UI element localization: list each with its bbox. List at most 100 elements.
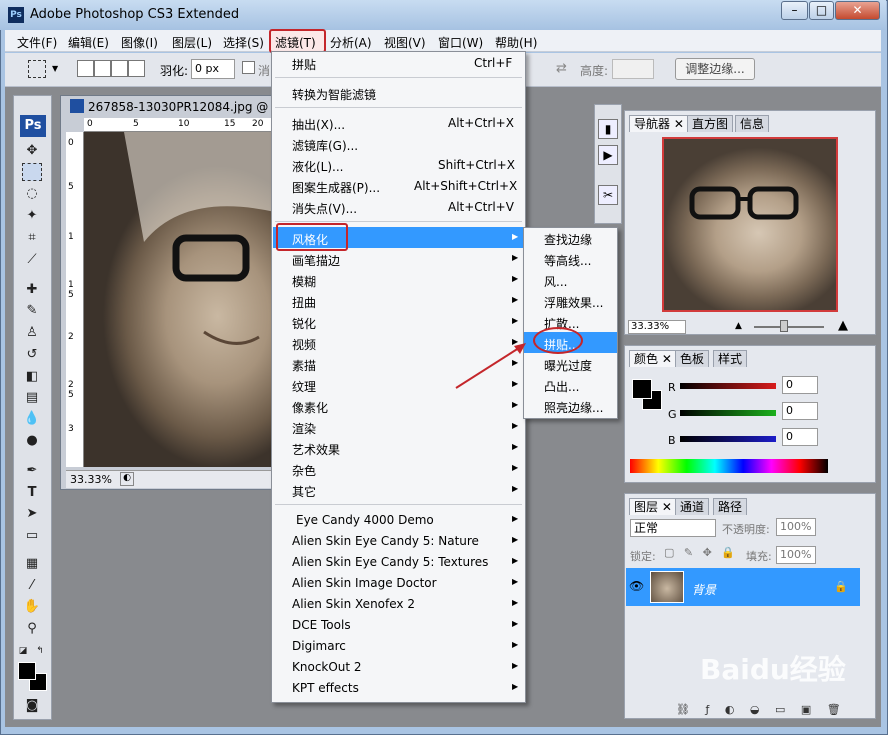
layer-actions-icons[interactable]: ⛓ ƒ ◐ ◒ ▭ ▣ 🗑 bbox=[676, 703, 847, 716]
zoom-in-icon[interactable]: ▲ bbox=[838, 318, 848, 333]
channel-g-slider[interactable] bbox=[680, 410, 776, 416]
actions-panel-icon[interactable]: ▶ bbox=[598, 145, 618, 165]
new-selection-button[interactable] bbox=[77, 60, 94, 77]
plugin-item[interactable]: Alien Skin Eye Candy 5: Textures bbox=[292, 555, 488, 569]
tab-styles[interactable]: 样式 bbox=[713, 350, 748, 367]
extract-item[interactable]: 抽出(X)... bbox=[292, 116, 345, 133]
tab-swatches[interactable]: 色板 bbox=[675, 350, 710, 367]
history-brush-icon[interactable]: ↺ bbox=[22, 346, 42, 364]
category-sharpen[interactable]: 锐化 bbox=[292, 315, 316, 332]
plugin-item[interactable]: KPT effects bbox=[292, 681, 359, 695]
menu-view[interactable]: 视图(V) bbox=[384, 34, 426, 51]
tab-channels[interactable]: 通道 bbox=[675, 498, 710, 515]
move-tool-icon[interactable]: ✥ bbox=[22, 142, 42, 160]
foreground-color-swatch[interactable] bbox=[18, 662, 36, 680]
plugin-item[interactable]: Alien Skin Eye Candy 5: Nature bbox=[292, 534, 479, 548]
tool-presets-icon[interactable]: ✂ bbox=[598, 185, 618, 205]
zoom-slider-track[interactable] bbox=[754, 326, 824, 328]
add-selection-button[interactable] bbox=[94, 60, 111, 77]
marquee-tool-icon[interactable] bbox=[22, 163, 42, 181]
menu-filter[interactable]: 滤镜(T) bbox=[275, 34, 316, 51]
gradient-tool-icon[interactable]: ▤ bbox=[22, 389, 42, 407]
category-other[interactable]: 其它 bbox=[292, 483, 316, 500]
vanishing-point-item[interactable]: 消失点(V)... bbox=[292, 200, 357, 217]
menu-file[interactable]: 文件(F) bbox=[17, 34, 57, 51]
glowing-edges-item[interactable]: 照亮边缘... bbox=[544, 399, 603, 416]
menu-layer[interactable]: 图层(L) bbox=[172, 34, 212, 51]
healing-brush-icon[interactable]: ✚ bbox=[22, 281, 42, 299]
category-render[interactable]: 渲染 bbox=[292, 420, 316, 437]
channel-b-value[interactable]: 0 bbox=[782, 428, 818, 446]
close-icon[interactable]: ✕ bbox=[674, 117, 684, 131]
tab-color[interactable]: 颜色 ✕ bbox=[629, 350, 677, 367]
menu-edit[interactable]: 编辑(E) bbox=[68, 34, 109, 51]
menu-image[interactable]: 图像(I) bbox=[121, 34, 158, 51]
color-fg-swatch[interactable] bbox=[632, 379, 652, 399]
category-brush-strokes[interactable]: 画笔描边 bbox=[292, 252, 340, 269]
default-colors-icon[interactable]: ◪ bbox=[17, 642, 29, 660]
quick-mask-icon[interactable]: ◙ bbox=[22, 697, 42, 715]
subtract-selection-button[interactable] bbox=[111, 60, 128, 77]
feather-input[interactable]: 0 px bbox=[191, 59, 235, 79]
document-zoom[interactable]: 33.33% bbox=[70, 473, 112, 486]
close-icon[interactable]: ✕ bbox=[662, 500, 672, 514]
chevron-down-icon[interactable]: ▼ bbox=[52, 64, 58, 73]
liquify-item[interactable]: 液化(L)... bbox=[292, 158, 344, 175]
category-blur[interactable]: 模糊 bbox=[292, 273, 316, 290]
menu-help[interactable]: 帮助(H) bbox=[495, 34, 537, 51]
pen-tool-icon[interactable]: ✒ bbox=[22, 462, 42, 480]
find-edges-item[interactable]: 查找边缘 bbox=[544, 231, 592, 248]
type-tool-icon[interactable]: T bbox=[22, 484, 42, 502]
notes-tool-icon[interactable]: ▦ bbox=[22, 555, 42, 573]
swap-colors-icon[interactable]: ↰ bbox=[34, 642, 46, 660]
navigator-thumbnail[interactable] bbox=[662, 137, 838, 312]
menu-analysis[interactable]: 分析(A) bbox=[330, 34, 372, 51]
status-menu-icon[interactable]: ◐ bbox=[120, 472, 134, 486]
category-pixelate[interactable]: 像素化 bbox=[292, 399, 328, 416]
plugin-item[interactable]: Alien Skin Xenofex 2 bbox=[292, 597, 415, 611]
wind-item[interactable]: 风... bbox=[544, 273, 567, 290]
dodge-tool-icon[interactable]: ● bbox=[22, 432, 42, 450]
plugin-item[interactable]: DCE Tools bbox=[292, 618, 351, 632]
minimize-button[interactable]: – bbox=[781, 1, 808, 20]
menu-window[interactable]: 窗口(W) bbox=[438, 34, 483, 51]
channel-g-value[interactable]: 0 bbox=[782, 402, 818, 420]
channel-r-slider[interactable] bbox=[680, 383, 776, 389]
slice-tool-icon[interactable]: ⟋ bbox=[22, 251, 42, 269]
lock-icons[interactable]: ▢ ✎ ✥ 🔒 bbox=[664, 546, 738, 559]
maximize-button[interactable]: □ bbox=[809, 1, 834, 20]
shape-tool-icon[interactable]: ▭ bbox=[22, 527, 42, 545]
category-distort[interactable]: 扭曲 bbox=[292, 294, 316, 311]
tab-info[interactable]: 信息 bbox=[735, 115, 770, 132]
eyedropper-icon[interactable]: ⁄ bbox=[22, 577, 42, 595]
hand-tool-icon[interactable]: ✋ bbox=[22, 598, 42, 616]
channel-b-slider[interactable] bbox=[680, 436, 776, 442]
tab-paths[interactable]: 路径 bbox=[713, 498, 748, 515]
last-filter-item[interactable]: 拼贴 bbox=[292, 56, 316, 73]
intersect-selection-button[interactable] bbox=[128, 60, 145, 77]
solarize-item[interactable]: 曝光过度 bbox=[544, 357, 592, 374]
canvas-image[interactable] bbox=[84, 132, 275, 467]
magic-wand-icon[interactable]: ✦ bbox=[22, 207, 42, 225]
fill-input[interactable]: 100% bbox=[776, 546, 816, 564]
layer-thumbnail[interactable] bbox=[650, 571, 684, 603]
brush-tool-icon[interactable]: ✎ bbox=[22, 302, 42, 320]
zoom-out-icon[interactable]: ▲ bbox=[735, 321, 742, 331]
plugin-item[interactable]: Digimarc bbox=[292, 639, 346, 653]
history-panel-icon[interactable]: ▮ bbox=[598, 119, 618, 139]
visibility-eye-icon[interactable]: 👁 bbox=[629, 579, 644, 593]
eraser-tool-icon[interactable]: ◧ bbox=[22, 368, 42, 386]
plugin-item[interactable]: Eye Candy 4000 Demo bbox=[296, 513, 434, 527]
pattern-maker-item[interactable]: 图案生成器(P)... bbox=[292, 179, 380, 196]
blur-tool-icon[interactable]: 💧 bbox=[22, 410, 42, 428]
close-button[interactable]: ✕ bbox=[835, 1, 880, 20]
channel-r-value[interactable]: 0 bbox=[782, 376, 818, 394]
navigator-zoom-field[interactable]: 33.33% bbox=[628, 320, 686, 334]
zoom-tool-icon[interactable]: ⚲ bbox=[22, 620, 42, 638]
menu-select[interactable]: 选择(S) bbox=[223, 34, 264, 51]
tab-layers[interactable]: 图层 ✕ bbox=[629, 498, 677, 515]
plugin-item[interactable]: Alien Skin Image Doctor bbox=[292, 576, 437, 590]
category-noise[interactable]: 杂色 bbox=[292, 462, 316, 479]
color-spectrum-bar[interactable] bbox=[630, 459, 828, 473]
category-stylize[interactable]: 风格化 bbox=[292, 231, 328, 248]
